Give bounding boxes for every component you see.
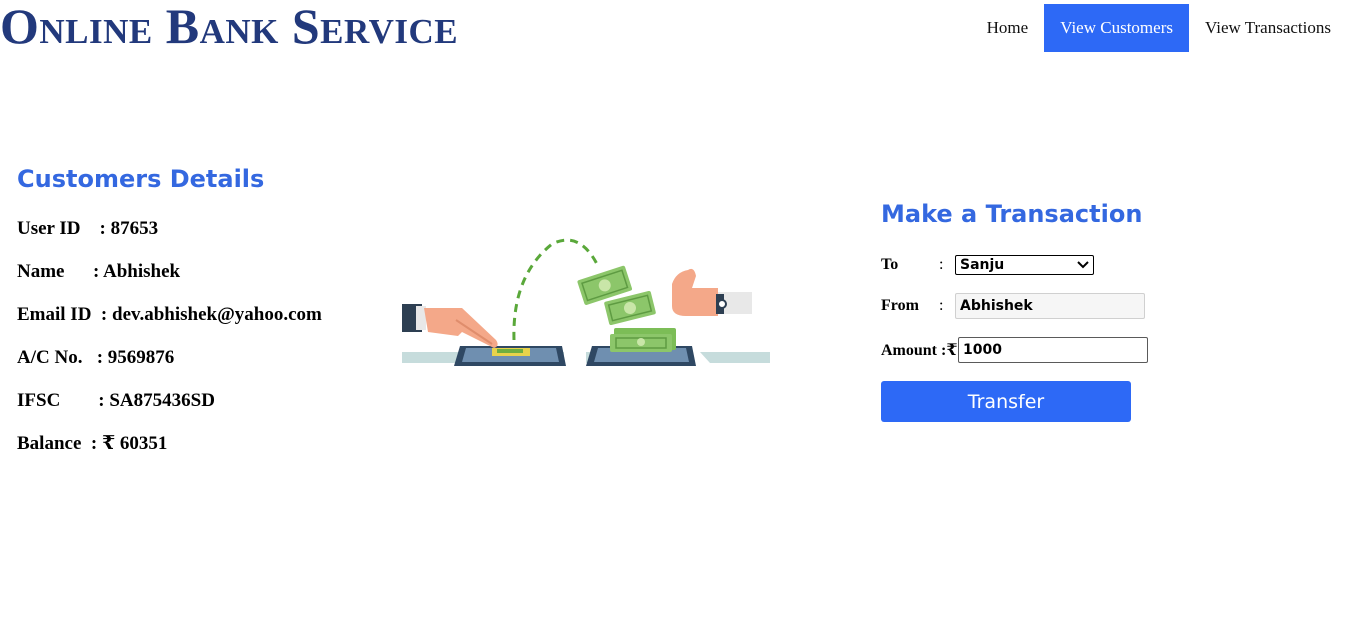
to-label: To <box>881 256 899 273</box>
to-selected-value: Sanju <box>960 257 1005 273</box>
detail-account-number: A/C No. : 9569876 <box>17 347 175 368</box>
amount-input[interactable] <box>958 337 1148 363</box>
detail-ifsc: IFSC : SA875436SD <box>17 390 215 411</box>
nav-view-customers-link[interactable]: View Customers <box>1044 4 1189 52</box>
money-transfer-illustration <box>400 236 772 374</box>
customer-details-title: Customers Details <box>17 165 265 193</box>
customer-details-list: User ID : 87653 Name : Abhishek Email ID… <box>17 207 377 465</box>
detail-balance: Balance : ₹ 60351 <box>17 433 168 454</box>
nav-view-transactions-link[interactable]: View Transactions <box>1189 4 1347 52</box>
transfer-button[interactable]: Transfer <box>881 381 1131 422</box>
top-nav: Home View Customers View Transactions <box>971 4 1347 52</box>
from-label: From <box>881 297 919 314</box>
site-brand-title: Online Bank Service <box>0 0 459 54</box>
amount-label: Amount :₹ <box>881 342 958 359</box>
detail-name: Name : Abhishek <box>17 261 181 282</box>
from-colon: : <box>939 297 944 314</box>
detail-user-id: User ID : 87653 <box>17 218 159 239</box>
to-colon: : <box>939 256 944 273</box>
amount-row: Amount :₹ <box>881 336 1181 364</box>
transaction-title: Make a Transaction <box>881 200 1143 228</box>
nav-home-link[interactable]: Home <box>971 4 1045 52</box>
transaction-panel: Make a Transaction To : Sanju From : Abh… <box>881 197 1181 422</box>
chevron-down-icon <box>1077 261 1089 269</box>
money-transfer-icon <box>402 238 770 366</box>
to-row: To : Sanju <box>881 251 1181 279</box>
from-row: From : Abhishek <box>881 292 1181 320</box>
to-recipient-select[interactable]: Sanju <box>955 255 1094 275</box>
detail-email: Email ID : dev.abhishek@yahoo.com <box>17 304 322 325</box>
from-readonly-field: Abhishek <box>955 293 1145 319</box>
customer-details-panel: Customers Details User ID : 87653 Name :… <box>17 162 377 465</box>
